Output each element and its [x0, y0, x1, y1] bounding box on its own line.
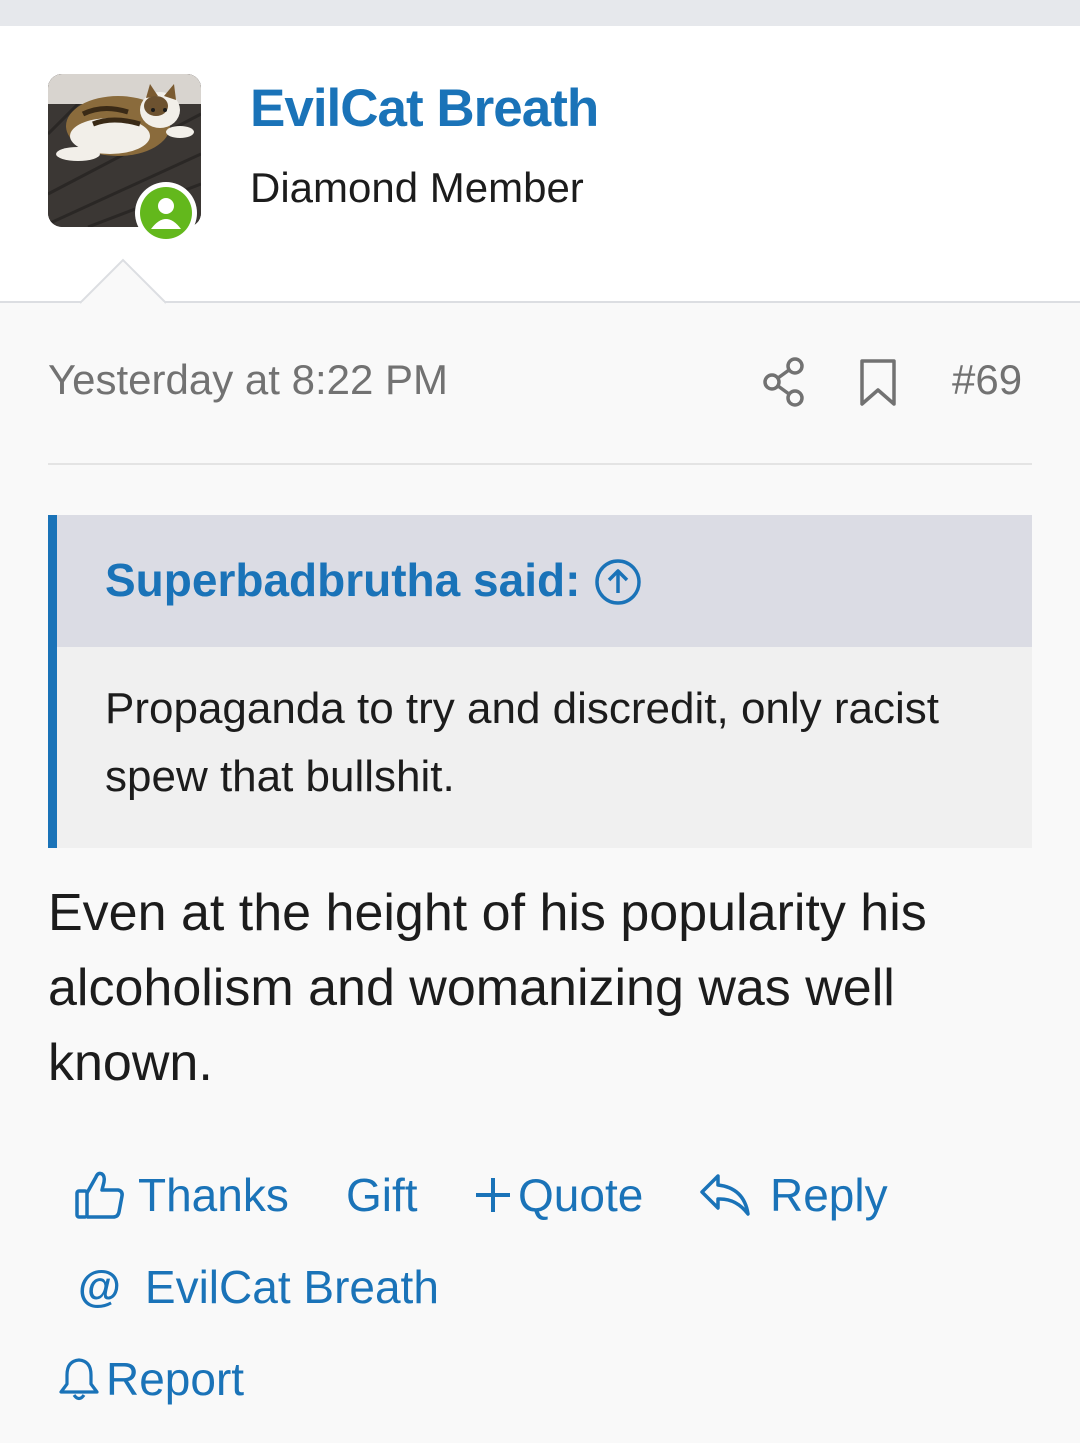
divider	[48, 463, 1032, 465]
user-title: Diamond Member	[250, 164, 584, 211]
reply-label: Reply	[770, 1169, 888, 1221]
post-author-name[interactable]: EvilCat Breath	[250, 78, 599, 139]
post-message: Even at the height of his popularity his…	[48, 884, 927, 1092]
mention-button[interactable]: @ EvilCat Breath	[78, 1260, 439, 1314]
post-number[interactable]: #69	[952, 356, 1022, 404]
quote-author[interactable]: Superbadbrutha said:	[105, 553, 580, 607]
plus-icon	[476, 1178, 510, 1212]
thanks-button[interactable]: Thanks	[74, 1168, 289, 1222]
quote-block: Superbadbrutha said: Propaganda to try a…	[48, 515, 1032, 848]
quote-button[interactable]: Quote	[474, 1168, 643, 1222]
thumbs-up-icon	[75, 1171, 124, 1219]
report-button[interactable]: Report	[58, 1352, 244, 1406]
thanks-label: Thanks	[138, 1169, 289, 1221]
gift-button[interactable]: Gift	[346, 1168, 418, 1222]
reply-button[interactable]: Reply	[698, 1168, 888, 1222]
mention-label: EvilCat Breath	[144, 1261, 439, 1313]
bookmark-icon[interactable]	[858, 358, 898, 408]
user-bar-arrow	[80, 258, 167, 304]
quote-text: Propaganda to try and discredit, only ra…	[105, 684, 940, 801]
quote-label: Quote	[518, 1169, 644, 1221]
quote-header: Superbadbrutha said:	[57, 515, 1032, 647]
user-online-icon	[140, 187, 192, 239]
share-icon[interactable]	[760, 356, 808, 408]
report-label: Report	[106, 1353, 245, 1405]
bell-icon	[59, 1358, 99, 1401]
at-icon: @	[78, 1262, 121, 1311]
reply-arrow-icon	[700, 1174, 750, 1216]
top-strip	[0, 0, 1080, 26]
online-status-badge	[135, 182, 197, 244]
arrow-up-circle-icon[interactable]	[593, 557, 643, 607]
gift-label: Gift	[346, 1169, 418, 1221]
post-date[interactable]: Yesterday at 8:22 PM	[48, 356, 448, 404]
